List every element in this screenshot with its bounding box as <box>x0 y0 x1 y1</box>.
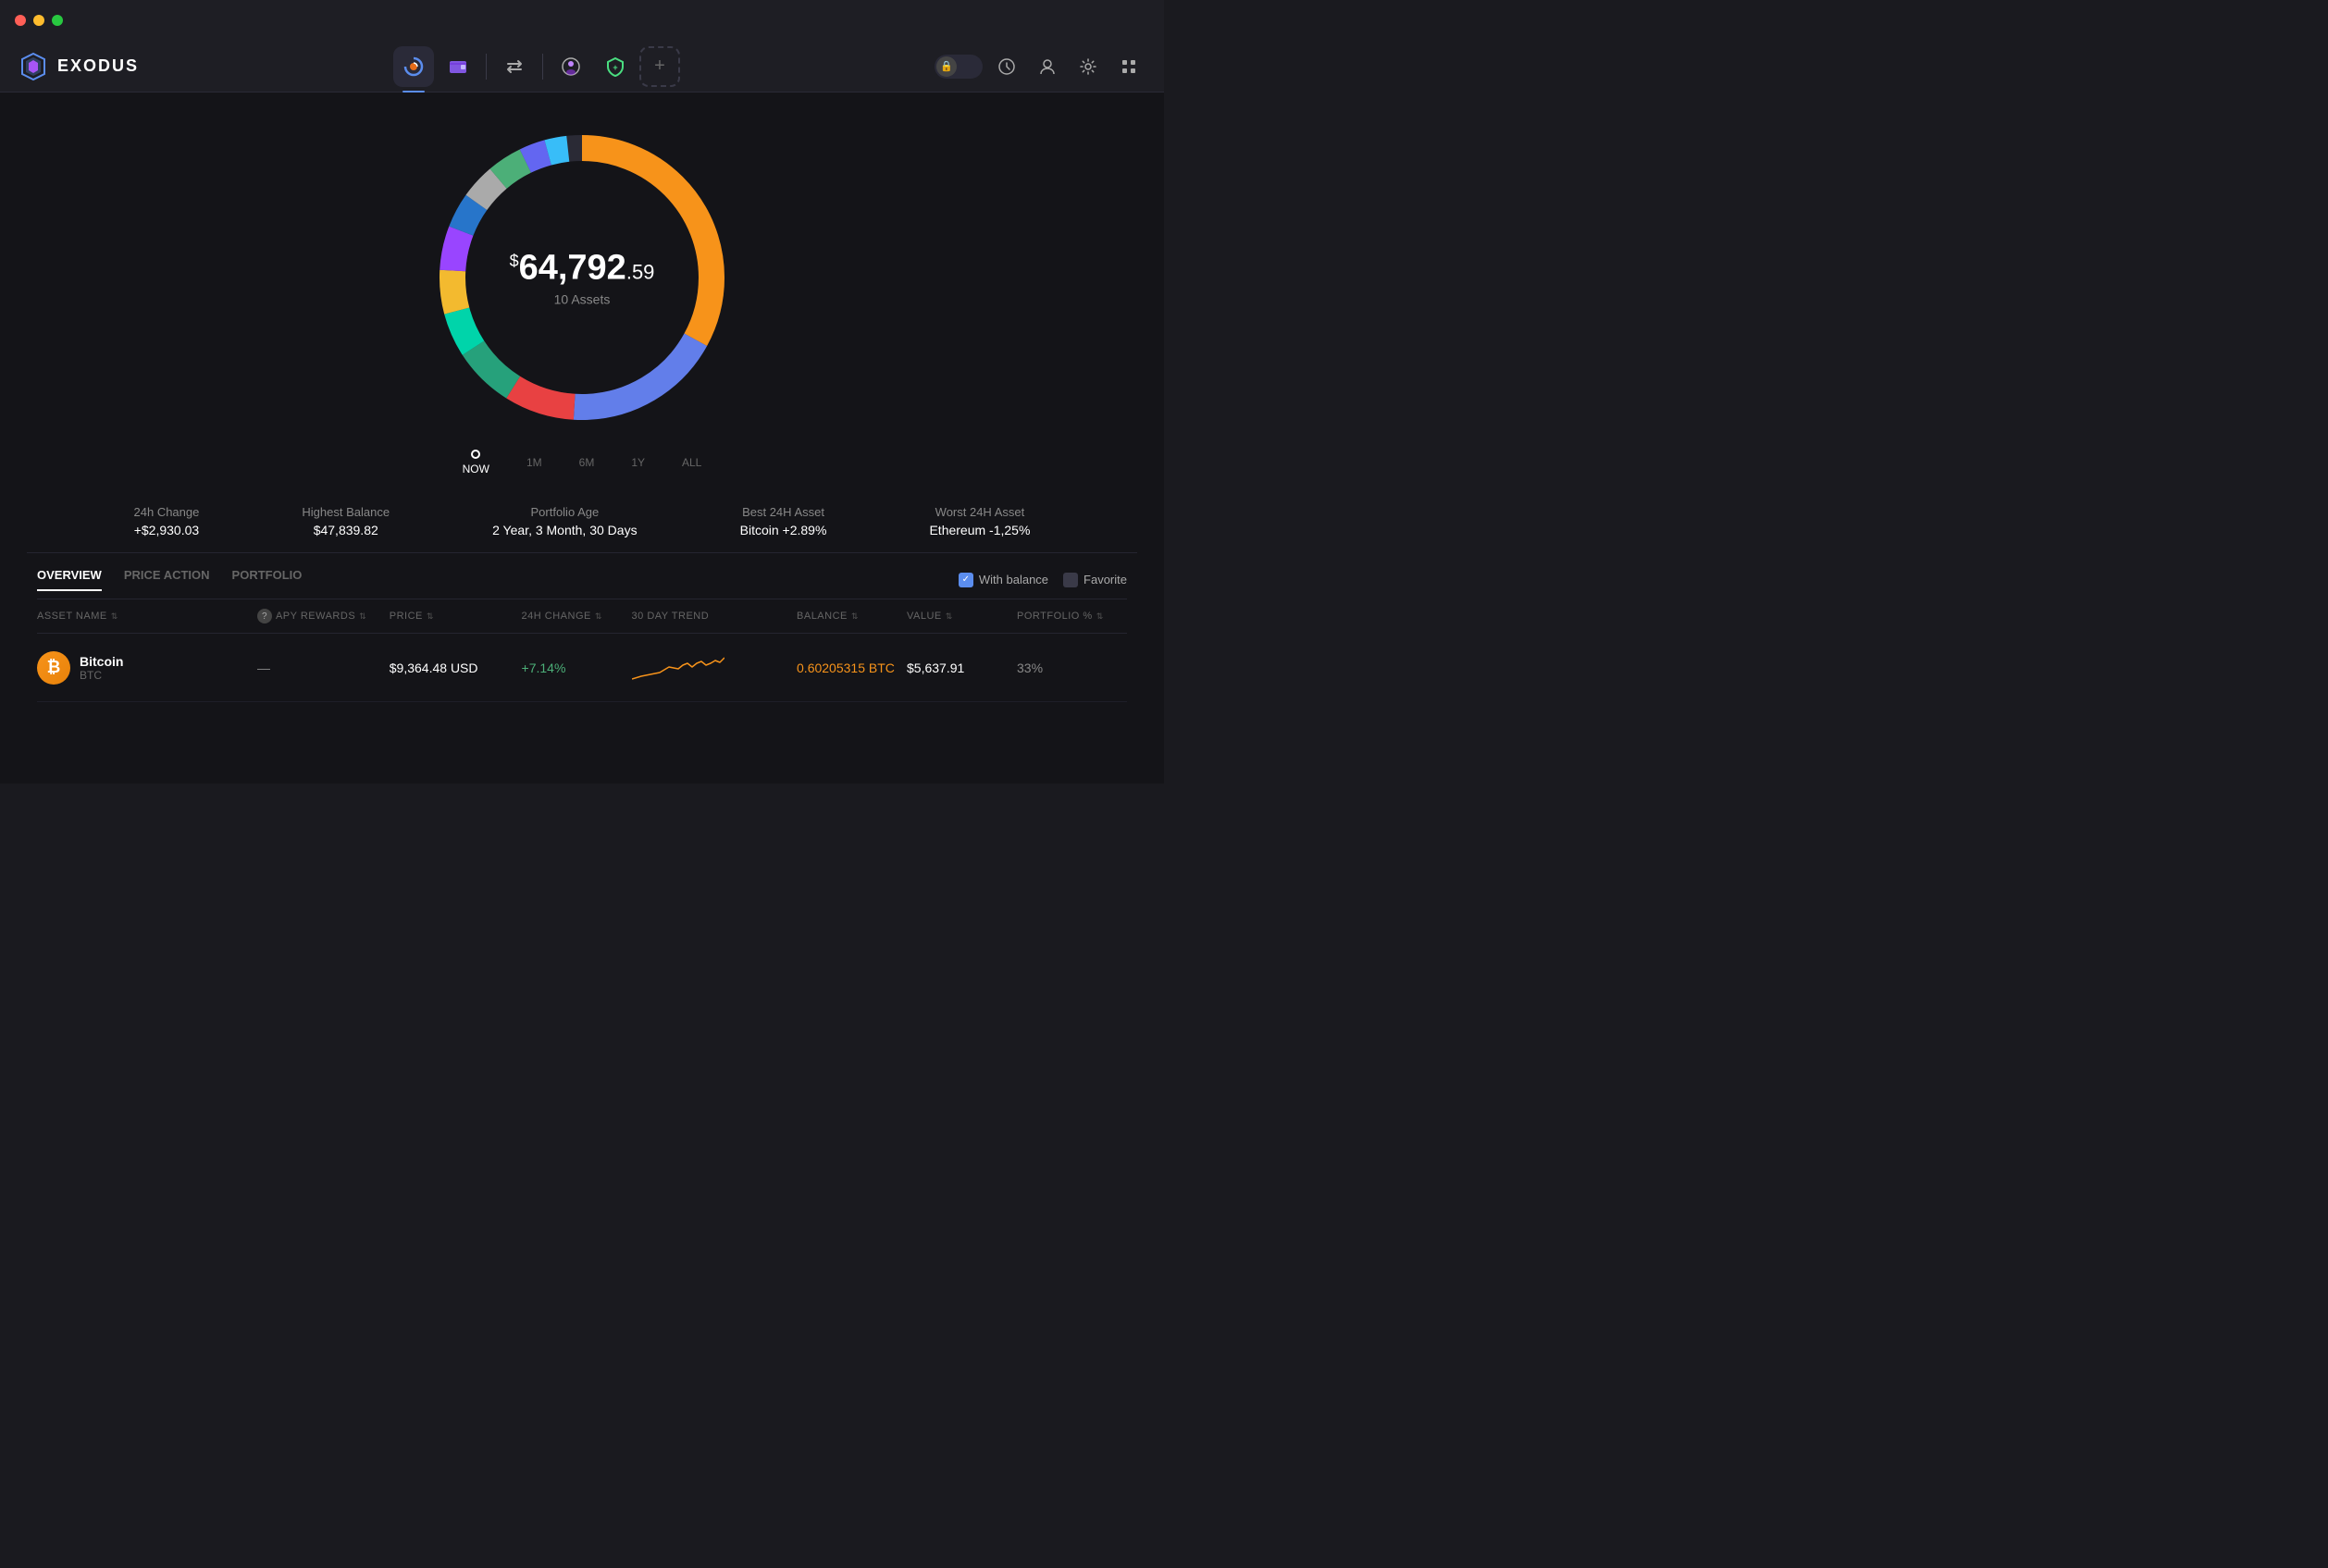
btc-trend <box>632 647 797 688</box>
stat-worst-asset: Worst 24H Asset Ethereum -1,25% <box>929 505 1030 537</box>
traffic-lights <box>15 15 63 26</box>
logo-area: EXODUS <box>19 52 139 81</box>
btc-icon: ₿ <box>37 651 70 685</box>
close-button[interactable] <box>15 15 26 26</box>
timeline: NOW 1M 6M 1Y ALL <box>463 450 702 490</box>
portfolio-section: $64,792.59 10 Assets NOW 1M 6M 1Y ALL <box>0 93 1164 553</box>
filter-favorite[interactable]: Favorite <box>1063 573 1127 587</box>
tabs-row: OVERVIEW PRICE ACTION PORTFOLIO ✓ With b… <box>37 553 1127 599</box>
tab-overview[interactable]: OVERVIEW <box>37 568 102 591</box>
logo-text: EXODUS <box>57 56 139 76</box>
btc-ticker: BTC <box>80 669 123 682</box>
tab-price-action[interactable]: PRICE ACTION <box>124 568 210 591</box>
nav-nft-button[interactable] <box>551 46 591 87</box>
stat-portfolio-age: Portfolio Age 2 Year, 3 Month, 30 Days <box>492 505 637 537</box>
sort-icon-change: ⇅ <box>595 611 602 622</box>
th-24h-change[interactable]: 24H CHANGE ⇅ <box>522 609 632 623</box>
sort-icon-balance: ⇅ <box>851 611 859 622</box>
profile-button[interactable] <box>1031 50 1064 83</box>
grid-button[interactable] <box>1112 50 1145 83</box>
svg-text:+: + <box>613 63 617 72</box>
timeline-now[interactable]: NOW <box>463 450 489 475</box>
asset-count: 10 Assets <box>510 292 655 307</box>
timeline-1m[interactable]: 1M <box>526 456 542 469</box>
nav-right: 🔒 <box>935 50 1145 83</box>
btc-balance: 0.60205315 BTC <box>797 661 907 675</box>
th-price[interactable]: PRICE ⇅ <box>390 609 522 623</box>
sort-icon-asset: ⇅ <box>111 611 118 622</box>
table-section: OVERVIEW PRICE ACTION PORTFOLIO ✓ With b… <box>0 553 1164 702</box>
btc-price: $9,364.48 USD <box>390 661 522 675</box>
timeline-dot-now <box>471 450 480 459</box>
nav-earn-button[interactable]: + <box>595 46 636 87</box>
timeline-1y[interactable]: 1Y <box>631 456 645 469</box>
nav-wallet-button[interactable] <box>438 46 478 87</box>
btc-apy: — <box>257 661 390 675</box>
tabs-left: OVERVIEW PRICE ACTION PORTFOLIO <box>37 568 302 591</box>
donut-chart: $64,792.59 10 Assets <box>425 120 739 435</box>
stats-row: 24h Change +$2,930.03 Highest Balance $4… <box>27 490 1137 553</box>
tabs-right: ✓ With balance Favorite <box>959 573 1127 587</box>
btc-name: Bitcoin <box>80 654 123 669</box>
title-bar <box>0 0 1164 41</box>
sort-icon-price: ⇅ <box>427 611 434 622</box>
table-header: ASSET NAME ⇅ ? APY REWARDS ⇅ PRICE ⇅ 24H… <box>37 599 1127 634</box>
asset-cell-btc: ₿ Bitcoin BTC <box>37 651 257 685</box>
nav-add-button[interactable]: + <box>639 46 680 87</box>
th-value[interactable]: VALUE ⇅ <box>907 609 1017 623</box>
sort-icon-portfolio: ⇅ <box>1096 611 1104 622</box>
help-icon-apy[interactable]: ? <box>257 609 272 623</box>
table-row[interactable]: ₿ Bitcoin BTC — $9,364.48 USD +7.14% 0.6… <box>37 634 1127 702</box>
th-balance[interactable]: BALANCE ⇅ <box>797 609 907 623</box>
favorite-checkbox[interactable] <box>1063 573 1078 587</box>
stat-highest-balance: Highest Balance $47,839.82 <box>302 505 390 537</box>
sort-icon-value: ⇅ <box>946 611 953 622</box>
top-nav: EXODUS <box>0 41 1164 93</box>
stat-24h-change: 24h Change +$2,930.03 <box>134 505 200 537</box>
stat-best-asset: Best 24H Asset Bitcoin +2.89% <box>740 505 827 537</box>
donut-center: $64,792.59 10 Assets <box>510 249 655 307</box>
main-content: $64,792.59 10 Assets NOW 1M 6M 1Y ALL <box>0 93 1164 784</box>
th-portfolio-pct[interactable]: PORTFOLIO % ⇅ <box>1017 609 1127 623</box>
with-balance-checkbox[interactable]: ✓ <box>959 573 973 587</box>
maximize-button[interactable] <box>52 15 63 26</box>
minimize-button[interactable] <box>33 15 44 26</box>
nav-divider-2 <box>542 54 543 80</box>
th-asset-name[interactable]: ASSET NAME ⇅ <box>37 609 257 623</box>
settings-button[interactable] <box>1071 50 1105 83</box>
nav-divider <box>486 54 487 80</box>
th-30day-trend: 30 DAY TREND <box>632 609 797 623</box>
btc-change: +7.14% <box>522 661 632 675</box>
nav-exchange-button[interactable] <box>494 46 535 87</box>
lock-toggle[interactable]: 🔒 <box>935 55 983 79</box>
nav-portfolio-button[interactable] <box>393 46 434 87</box>
tab-portfolio[interactable]: PORTFOLIO <box>232 568 303 591</box>
th-apy-rewards[interactable]: ? APY REWARDS ⇅ <box>257 609 390 623</box>
lock-handle: 🔒 <box>936 56 957 77</box>
nav-center: + + <box>393 46 680 87</box>
btc-trend-chart <box>632 647 724 684</box>
timeline-6m[interactable]: 6M <box>579 456 595 469</box>
exodus-logo-icon <box>19 52 48 81</box>
btc-value: $5,637.91 <box>907 661 1017 675</box>
btc-portfolio-pct: 33% <box>1017 661 1127 675</box>
timeline-all[interactable]: ALL <box>682 456 701 469</box>
filter-with-balance[interactable]: ✓ With balance <box>959 573 1048 587</box>
asset-table: ASSET NAME ⇅ ? APY REWARDS ⇅ PRICE ⇅ 24H… <box>37 599 1127 702</box>
history-button[interactable] <box>990 50 1023 83</box>
portfolio-amount: $64,792.59 <box>510 249 655 289</box>
sort-icon-apy: ⇅ <box>359 611 366 622</box>
